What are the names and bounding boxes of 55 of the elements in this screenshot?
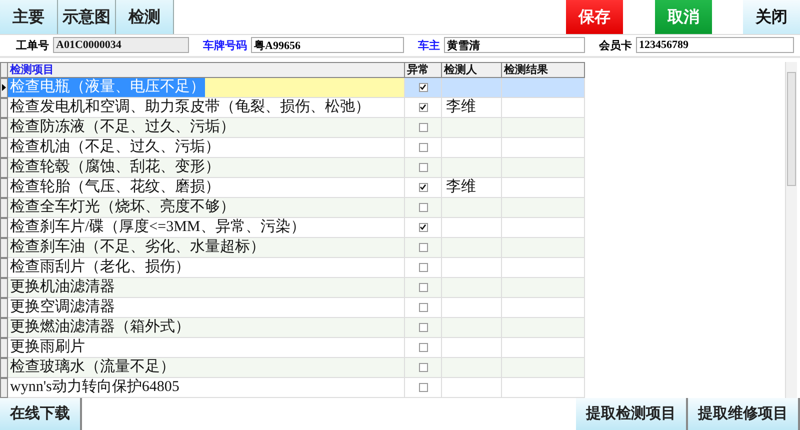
download-button[interactable]: 在线下载 <box>0 398 82 430</box>
table-cell: 检查轮毂（腐蚀、刮花、变形） <box>8 158 405 178</box>
table-cell: 更换空调滤清器 <box>8 298 405 318</box>
table-cell: 检查玻璃水（流量不足） <box>8 358 405 378</box>
input-field[interactable]: 黄雪清 <box>444 37 586 54</box>
checkbox[interactable] <box>418 202 428 212</box>
table-cell: 检查机油（不足、过久、污垢） <box>8 138 405 158</box>
table-cell: 检查电瓶（液量、电压不足） <box>8 78 405 98</box>
checkbox[interactable] <box>418 82 428 92</box>
table-cell: wynn's动力转向保护64805 <box>8 378 405 398</box>
scrollbar[interactable] <box>785 62 797 398</box>
table-cell: 李维 <box>442 98 502 118</box>
checkbox[interactable] <box>418 282 428 292</box>
field-label: 车主 <box>418 38 440 53</box>
table-cell: 更换雨刷片 <box>8 338 405 358</box>
table-cell: 更换机油滤清器 <box>8 278 405 298</box>
fetch-button[interactable]: 提取检测项目 <box>576 398 688 430</box>
checkbox[interactable] <box>418 142 428 152</box>
table-cell: 检查防冻液（不足、过久、污垢） <box>8 118 405 138</box>
table-cell: 检查刹车片/碟（厚度<=3MM、异常、污染） <box>8 218 405 238</box>
input-field[interactable]: 123456789 <box>636 37 794 54</box>
checkbox[interactable] <box>418 122 428 132</box>
save-button[interactable]: 保存 <box>566 0 623 34</box>
checkbox[interactable] <box>418 102 428 112</box>
checkbox[interactable] <box>418 222 428 232</box>
input-field[interactable]: 粤A99656 <box>251 37 404 54</box>
checkbox[interactable] <box>418 262 428 272</box>
column-header: 检测项目 <box>8 62 405 78</box>
table-cell: 检查发电机和空调、助力泵皮带（龟裂、损伤、松弛） <box>8 98 405 118</box>
row-header[interactable] <box>0 78 8 98</box>
table-cell: 更换燃油滤清器（箱外式） <box>8 318 405 338</box>
table-cell: 检查轮胎（气压、花纹、磨损） <box>8 178 405 198</box>
checkbox[interactable] <box>418 302 428 312</box>
field-label: 工单号 <box>16 38 49 53</box>
field-label: 车牌号码 <box>203 38 247 53</box>
tab[interactable]: 检测 <box>116 0 174 34</box>
tab[interactable]: 示意图 <box>58 0 116 34</box>
checkbox[interactable] <box>418 162 428 172</box>
close-button[interactable]: 关闭 <box>743 0 800 34</box>
table-cell: 检查全车灯光（烧坏、亮度不够） <box>8 198 405 218</box>
checkbox[interactable] <box>418 382 428 392</box>
table-cell: 检查刹车油（不足、劣化、水量超标） <box>8 238 405 258</box>
column-header: 检测人 <box>442 62 502 78</box>
checkbox[interactable] <box>418 362 428 372</box>
fetch-button[interactable]: 提取维修项目 <box>688 398 800 430</box>
column-header: 异常 <box>405 62 442 78</box>
tab[interactable]: 主要 <box>0 0 58 34</box>
checkbox[interactable] <box>418 242 428 252</box>
column-header: 检测结果 <box>502 62 585 78</box>
table-cell: 李维 <box>442 178 502 198</box>
checkbox[interactable] <box>418 342 428 352</box>
field-label: 会员卡 <box>599 38 632 53</box>
checkbox[interactable] <box>418 182 428 192</box>
checkbox[interactable] <box>418 322 428 332</box>
table-cell: 检查雨刮片（老化、损伤） <box>8 258 405 278</box>
